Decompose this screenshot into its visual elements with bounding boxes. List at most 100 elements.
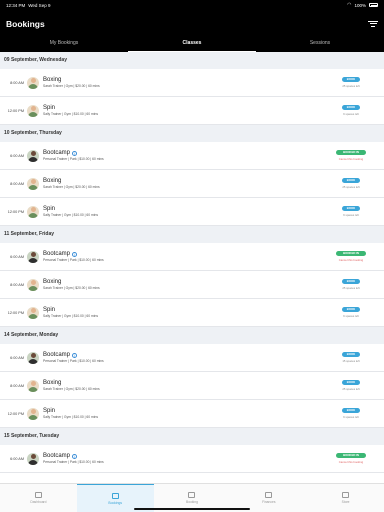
book-button[interactable]: BOOK	[342, 105, 360, 111]
spaces-left: 15 spaces left	[342, 358, 360, 363]
trainer-avatar	[27, 351, 39, 364]
trainer-avatar	[27, 205, 39, 218]
booked-in-badge[interactable]: BOOKED IN	[336, 251, 366, 257]
info-icon[interactable]: i	[72, 352, 78, 358]
nav-item-dashboard[interactable]: Dashboard	[0, 484, 77, 512]
class-info: Bootcamp i Personal Trainer | Park | $10.0…	[43, 150, 321, 161]
cancel-booking-link[interactable]: Cancel this booking	[339, 460, 363, 464]
avatar-head	[30, 106, 36, 111]
wifi-icon: ◠	[347, 2, 352, 8]
class-row[interactable]: 12:00 PM Spin Sally Trainer | Gym | $10.00…	[0, 198, 384, 226]
spaces-left: 9 spaces left	[343, 111, 359, 116]
class-actions: BOOK 25 spaces left	[321, 279, 381, 290]
class-time: 12:00 PM	[7, 209, 24, 214]
class-actions: BOOK 25 spaces left	[321, 77, 381, 88]
day-header: 10 September, Thursday	[0, 125, 384, 142]
class-name: Boxing	[43, 380, 62, 386]
wallet-icon	[265, 492, 273, 498]
class-time: 12:00 PM	[7, 108, 24, 113]
book-button[interactable]: BOOK	[342, 206, 360, 212]
class-info: Bootcamp i Personal Trainer | Park | $10.0…	[43, 251, 321, 262]
avatar-head	[30, 280, 36, 285]
nav-label: Finances	[262, 500, 276, 504]
tab-sessions[interactable]: Sessions	[256, 37, 384, 52]
spaces-left: 25 spaces left	[342, 285, 360, 290]
class-row[interactable]: 8:00 AM Boxing Sarah Trainer | Gym | $20.0…	[0, 69, 384, 97]
book-button[interactable]: BOOK	[342, 408, 360, 414]
nav-label: Dashboard	[30, 500, 47, 504]
day-header: 14 September, Monday	[0, 327, 384, 344]
class-row[interactable]: 6:00 AM Bootcamp i Personal Trainer | Park …	[0, 142, 384, 170]
tab-classes[interactable]: Classes	[128, 37, 256, 52]
spaces-left: 25 spaces left	[342, 386, 360, 391]
spaces-left: 9 spaces left	[343, 414, 359, 419]
class-info: Bootcamp i Personal Trainer | Park | $10.0…	[43, 352, 321, 363]
book-button[interactable]: BOOK	[342, 279, 360, 285]
class-actions: BOOKED IN Cancel this booking	[321, 453, 381, 464]
class-row[interactable]: 6:00 AM Bootcamp i Personal Trainer | Park …	[0, 344, 384, 372]
battery-percent: 100%	[354, 2, 366, 8]
status-date: Wed Sep 9	[28, 2, 51, 8]
class-name-line: Bootcamp i	[43, 251, 321, 257]
app-header: 12:34 PM Wed Sep 9 ◠ 100% Bookings My Bo…	[0, 0, 384, 52]
book-button[interactable]: BOOK	[342, 380, 360, 386]
nav-label: Bookings	[108, 500, 122, 505]
trainer-avatar	[27, 407, 39, 420]
class-actions: BOOK 25 spaces left	[321, 178, 381, 189]
class-name: Spin	[43, 105, 56, 111]
avatar-head	[30, 252, 36, 257]
class-info: Boxing Sarah Trainer | Gym | $20.00 | 60 …	[43, 380, 321, 391]
trainer-avatar	[27, 278, 39, 291]
avatar-body	[28, 358, 38, 364]
avatar-head	[30, 409, 36, 414]
status-bar: 12:34 PM Wed Sep 9 ◠ 100%	[0, 0, 384, 10]
class-row[interactable]: 12:00 PM Spin Sally Trainer | Gym | $10.00…	[0, 299, 384, 327]
avatar-body	[28, 184, 38, 190]
book-button[interactable]: BOOK	[342, 307, 360, 313]
class-row[interactable]: 8:00 AM Boxing Sarah Trainer | Gym | $20.0…	[0, 372, 384, 400]
class-time: 6:00 AM	[10, 456, 24, 461]
class-row[interactable]: 12:00 PM Spin Sally Trainer | Gym | $10.00…	[0, 97, 384, 125]
class-row[interactable]: 6:00 AM Bootcamp i Personal Trainer | Park …	[0, 445, 384, 473]
class-actions: BOOK 9 spaces left	[321, 307, 381, 318]
booked-in-badge[interactable]: BOOKED IN	[336, 150, 366, 156]
class-name: Spin	[43, 408, 56, 414]
tab-bar: My Bookings Classes Sessions	[0, 37, 384, 52]
class-time: 12:00 PM	[7, 411, 24, 416]
class-row[interactable]: 6:00 AM Bootcamp i Personal Trainer | Park …	[0, 243, 384, 271]
spaces-left: 25 spaces left	[342, 184, 360, 189]
book-button[interactable]: BOOK	[342, 352, 360, 358]
cancel-booking-link[interactable]: Cancel this booking	[339, 157, 363, 161]
info-icon[interactable]: i	[72, 453, 78, 459]
class-time: 6:00 AM	[10, 355, 24, 360]
nav-item-store[interactable]: Store	[307, 484, 384, 512]
spaces-left: 25 spaces left	[342, 83, 360, 88]
trainer-avatar	[27, 452, 39, 465]
book-button[interactable]: BOOK	[342, 178, 360, 184]
battery-icon	[369, 3, 378, 7]
class-time: 8:00 AM	[10, 80, 24, 85]
book-button[interactable]: BOOK	[342, 77, 360, 83]
class-time: 6:00 AM	[10, 254, 24, 259]
info-icon[interactable]: i	[72, 150, 78, 156]
class-info: Boxing Sarah Trainer | Gym | $20.00 | 60 …	[43, 279, 321, 290]
class-name: Spin	[43, 307, 56, 313]
avatar-head	[30, 454, 36, 459]
class-row[interactable]: 12:00 PM Spin Sally Trainer | Gym | $10.00…	[0, 400, 384, 428]
cancel-booking-link[interactable]: Cancel this booking	[339, 258, 363, 262]
dashboard-icon	[34, 492, 42, 498]
tab-my-bookings[interactable]: My Bookings	[0, 37, 128, 52]
info-icon[interactable]: i	[72, 251, 78, 257]
filter-icon[interactable]	[368, 20, 378, 28]
class-row[interactable]: 8:00 AM Boxing Sarah Trainer | Gym | $20.0…	[0, 170, 384, 198]
class-name: Bootcamp	[43, 352, 71, 358]
class-details: Sally Trainer | Gym | $10.00 | 60 mins	[43, 314, 98, 318]
class-name: Boxing	[43, 279, 62, 285]
status-time: 12:34 PM	[6, 2, 26, 8]
class-row[interactable]: 8:00 AM Boxing Sarah Trainer | Gym | $20.0…	[0, 271, 384, 299]
avatar-head	[30, 381, 36, 386]
spaces-left: 9 spaces left	[343, 313, 359, 318]
calendar-icon	[111, 492, 119, 499]
class-name-line: Boxing	[43, 279, 321, 285]
booked-in-badge[interactable]: BOOKED IN	[336, 453, 366, 459]
